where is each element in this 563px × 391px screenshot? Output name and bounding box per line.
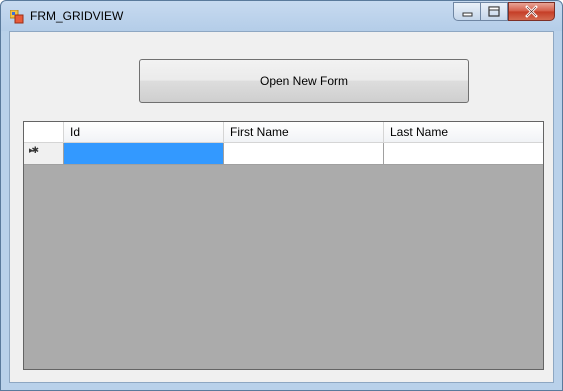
app-icon (10, 10, 24, 24)
table-row: ▸✱ (24, 143, 543, 165)
title-bar[interactable]: FRM_GRIDVIEW (1, 1, 562, 31)
grid-corner-header[interactable] (24, 122, 64, 142)
grid-cell-id[interactable] (64, 143, 224, 164)
app-window: FRM_GRIDVIEW Open New Form Id First Name… (0, 0, 563, 391)
data-grid-view[interactable]: Id First Name Last Name ▸✱ (23, 121, 544, 370)
close-button[interactable] (508, 2, 555, 21)
new-row-indicator-icon: ▸✱ (29, 146, 39, 156)
maximize-icon (488, 6, 500, 17)
form-client-area: Open New Form Id First Name Last Name ▸✱ (9, 31, 554, 383)
grid-cell-last-name[interactable] (384, 143, 543, 164)
grid-header-row: Id First Name Last Name (24, 122, 543, 143)
grid-cell-first-name[interactable] (224, 143, 384, 164)
window-title: FRM_GRIDVIEW (30, 9, 124, 23)
minimize-icon (462, 12, 473, 17)
column-header-first-name[interactable]: First Name (224, 122, 384, 142)
row-header-new-row[interactable]: ▸✱ (24, 143, 64, 164)
close-icon (525, 5, 538, 18)
minimize-button[interactable] (453, 2, 481, 21)
maximize-button[interactable] (481, 2, 508, 21)
open-new-form-button[interactable]: Open New Form (139, 59, 469, 103)
column-header-id[interactable]: Id (64, 122, 224, 142)
column-header-last-name[interactable]: Last Name (384, 122, 543, 142)
